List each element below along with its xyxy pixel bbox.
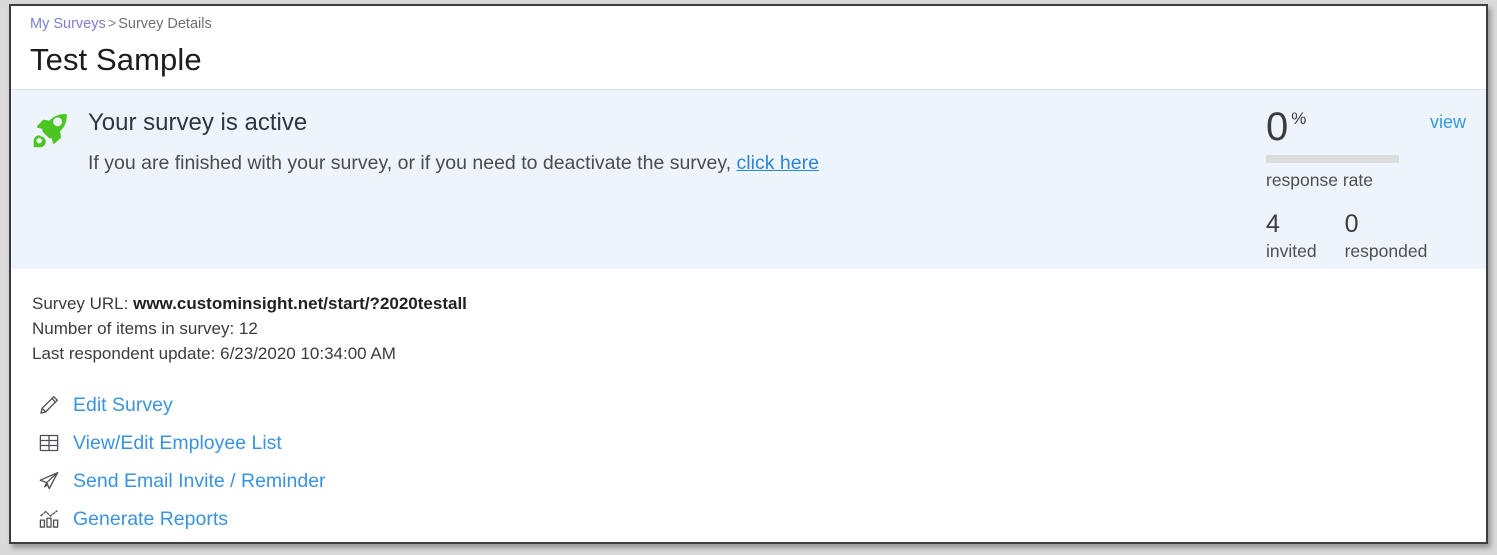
response-rate-unit: % <box>1291 109 1307 128</box>
breadcrumb-current: Survey Details <box>118 16 212 32</box>
action-generate-reports-label: Generate Reports <box>73 508 229 530</box>
action-edit-survey[interactable]: Edit Survey <box>36 386 173 424</box>
rocket-icon <box>30 111 70 151</box>
deactivate-survey-link[interactable]: click here <box>737 152 819 174</box>
survey-details-window: My Surveys > Survey Details Test Sample Yo… <box>9 4 1488 544</box>
banner-text-group: Your survey is active If you are finishe… <box>88 108 819 176</box>
response-rate-row: 0% view <box>1266 105 1466 149</box>
action-generate-reports[interactable]: Generate Reports <box>36 500 228 538</box>
count-invited-value: 4 <box>1266 210 1280 238</box>
action-view-edit-employee-list-label: View/Edit Employee List <box>73 432 282 454</box>
breadcrumb-separator: > <box>107 16 117 32</box>
banner-message-group: Your survey is active If you are finishe… <box>30 108 819 176</box>
detail-value-item-count: 12 <box>238 319 258 338</box>
paper-plane-icon <box>36 468 62 494</box>
pencil-icon <box>36 392 62 418</box>
count-responded-label: responded <box>1344 241 1428 261</box>
view-results-link[interactable]: view <box>1430 111 1466 133</box>
action-view-edit-employee-list[interactable]: View/Edit Employee List <box>36 424 282 462</box>
page-header: My Surveys > Survey Details Test Sample <box>11 6 1486 81</box>
banner-subtext: If you are finished with your survey, or… <box>88 150 819 176</box>
banner-heading: Your survey is active <box>88 109 308 136</box>
detail-label-survey-url: Survey URL: <box>32 294 129 313</box>
count-responded-value: 0 <box>1344 210 1359 238</box>
detail-value-survey-url: www.custominsight.net/start/?2020testall <box>133 294 467 313</box>
response-rate-value: 0 <box>1266 105 1289 149</box>
table-icon <box>36 430 62 456</box>
survey-action-list: Edit Survey View/Edit Employee List Send… <box>11 366 1486 538</box>
survey-stats-panel: 0% view response rate 4 invited 0 respon… <box>1266 105 1466 262</box>
detail-row-last-update: Last respondent update: 6/23/2020 10:34:… <box>32 341 1486 366</box>
action-send-email-invite[interactable]: Send Email Invite / Reminder <box>36 462 326 500</box>
detail-value-last-update: 6/23/2020 10:34:00 AM <box>220 344 396 363</box>
detail-row-survey-url: Survey URL: www.custominsight.net/start/… <box>32 291 1486 316</box>
breadcrumb: My Surveys > Survey Details <box>30 15 1486 33</box>
count-invited: 4 invited <box>1266 211 1317 262</box>
action-edit-survey-label: Edit Survey <box>73 394 173 416</box>
detail-label-last-update: Last respondent update: <box>32 344 216 363</box>
bar-chart-icon <box>36 506 62 532</box>
response-rate-progress-bar <box>1266 155 1399 163</box>
breadcrumb-link-my-surveys[interactable]: My Surveys <box>30 16 106 32</box>
survey-detail-info: Survey URL: www.custominsight.net/start/… <box>11 269 1486 366</box>
action-send-email-invite-label: Send Email Invite / Reminder <box>73 470 326 492</box>
count-invited-label: invited <box>1266 241 1317 261</box>
page-title: Test Sample <box>30 42 202 77</box>
detail-label-item-count: Number of items in survey: <box>32 319 235 338</box>
survey-status-banner: Your survey is active If you are finishe… <box>11 89 1486 269</box>
response-rate-label: response rate <box>1266 170 1374 190</box>
detail-row-item-count: Number of items in survey: 12 <box>32 316 1486 341</box>
count-responded: 0 responded <box>1345 211 1428 262</box>
counts-row: 4 invited 0 responded <box>1266 211 1466 262</box>
banner-subtext-label: If you are finished with your survey, or… <box>88 152 732 174</box>
